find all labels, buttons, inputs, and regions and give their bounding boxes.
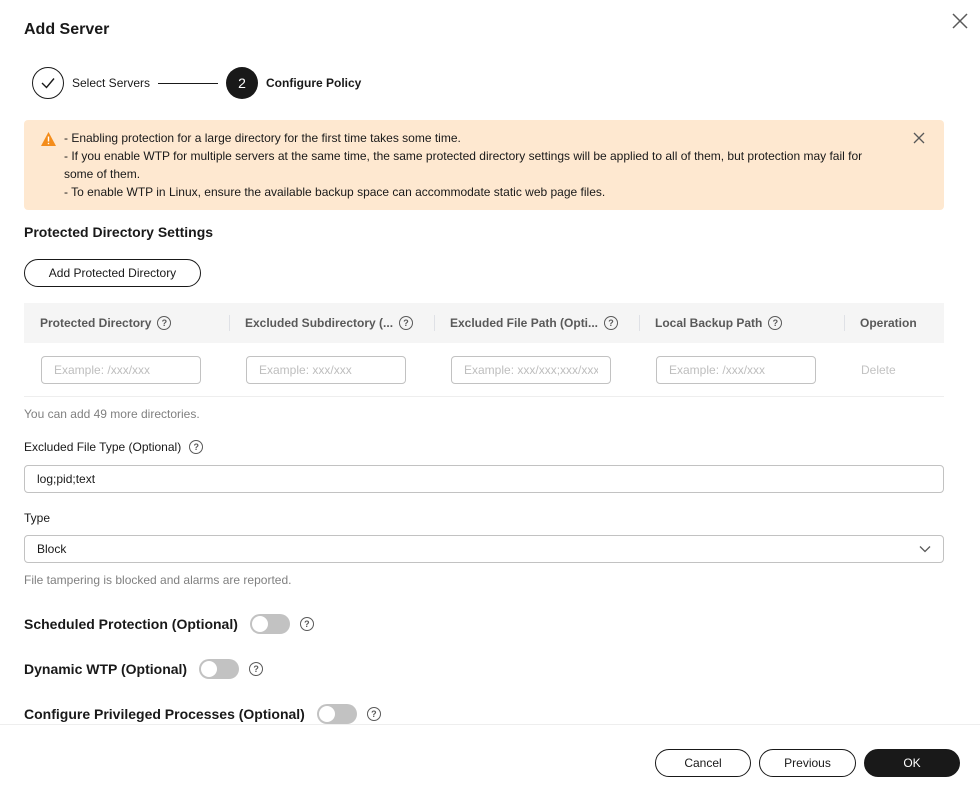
ok-button[interactable]: OK [864,749,960,777]
help-icon[interactable]: ? [299,617,314,631]
column-header: Local Backup Path ? [655,303,783,343]
privileged-processes-switch[interactable] [316,704,357,724]
excluded-file-path-input[interactable] [451,356,611,384]
step-number: 2 [226,67,258,99]
excluded-file-type-input[interactable] [24,465,944,493]
help-icon[interactable]: ? [399,316,414,330]
chevron-down-icon [919,542,931,556]
type-hint: File tampering is blocked and alarms are… [24,573,292,587]
section-title: Protected Directory Settings [24,224,214,240]
step-label: Configure Policy [266,76,362,90]
check-icon [32,67,64,99]
dynamic-wtp-switch[interactable] [199,659,240,679]
toggle-label: Dynamic WTP (Optional) [24,661,188,677]
protected-directory-input[interactable] [41,356,201,384]
delete-link[interactable]: Delete [861,363,896,377]
alert-line: - If you enable WTP for multiple servers… [64,149,863,181]
type-select-value: Block [37,542,67,556]
close-icon[interactable] [948,9,972,33]
column-header: Excluded Subdirectory (... ? [245,303,414,343]
warning-icon [40,131,57,147]
help-icon[interactable]: ? [768,316,783,330]
step-configure-policy: 2 Configure Policy [226,67,361,99]
column-header: Excluded File Path (Opti... ? [450,303,619,343]
add-protected-directory-button[interactable]: Add Protected Directory [24,259,201,287]
warning-alert: - Enabling protection for a large direct… [24,120,944,210]
scheduled-protection-switch[interactable] [249,614,290,634]
cancel-button[interactable]: Cancel [655,749,751,777]
alert-close-icon[interactable] [912,131,926,145]
help-icon[interactable]: ? [157,316,172,330]
step-select-servers: Select Servers [32,67,150,99]
privileged-processes-row: Configure Privileged Processes (Optional… [24,704,381,724]
table-row: Delete [24,343,944,397]
help-icon[interactable]: ? [189,440,204,454]
footer-divider [0,724,980,725]
remaining-directories-hint: You can add 49 more directories. [24,407,200,421]
previous-button[interactable]: Previous [759,749,856,777]
type-select[interactable]: Block [24,535,944,563]
help-icon[interactable]: ? [249,662,264,676]
local-backup-path-input[interactable] [656,356,816,384]
step-label: Select Servers [72,76,151,90]
protected-directory-table: Protected Directory ? Excluded Subdirect… [24,303,944,397]
dialog-title: Add Server [24,21,110,38]
excluded-subdirectory-input[interactable] [246,356,406,384]
type-label: Type [24,511,51,525]
toggle-label: Configure Privileged Processes (Optional… [24,706,305,722]
dynamic-wtp-row: Dynamic WTP (Optional) ? [24,659,264,679]
table-header: Protected Directory ? Excluded Subdirect… [24,303,944,343]
step-connector [158,83,218,84]
column-header: Protected Directory ? [40,303,172,343]
alert-text: - Enabling protection for a large direct… [64,129,884,201]
scheduled-protection-row: Scheduled Protection (Optional) ? [24,614,314,634]
column-header: Operation [860,316,917,330]
help-icon[interactable]: ? [366,707,381,721]
toggle-label: Scheduled Protection (Optional) [24,616,238,632]
help-icon[interactable]: ? [604,316,619,330]
alert-line: - To enable WTP in Linux, ensure the ava… [64,185,606,199]
excluded-file-type-label: Excluded File Type (Optional) ? [24,440,204,454]
alert-line: - Enabling protection for a large direct… [64,131,461,145]
